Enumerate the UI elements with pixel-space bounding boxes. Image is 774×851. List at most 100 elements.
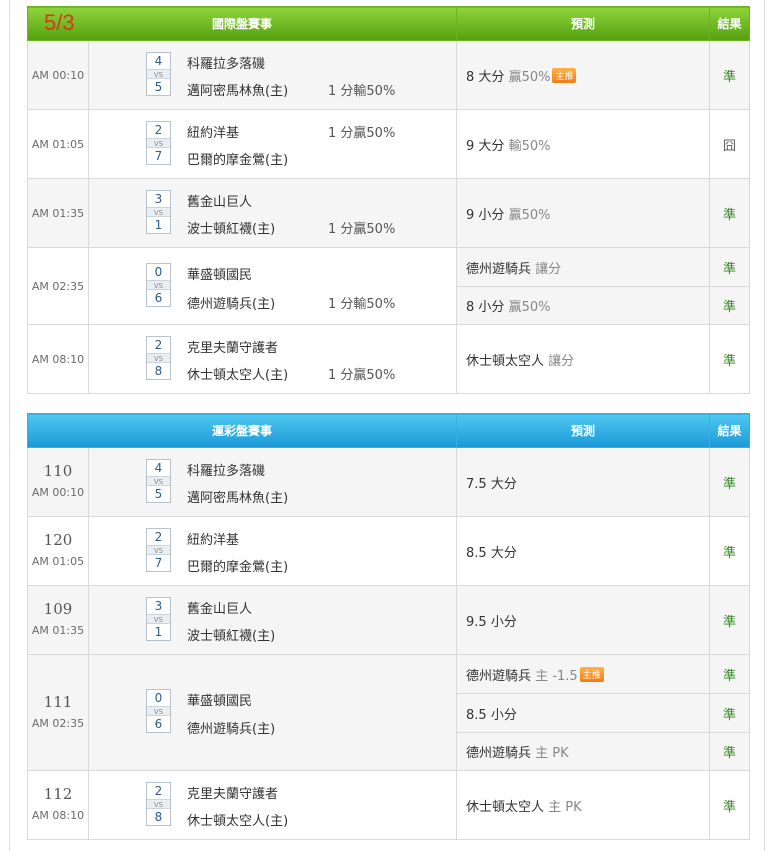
vs-label: VS [147, 138, 170, 148]
prediction: 休士頓太空人 讓分 [456, 324, 711, 394]
game-time: 110 AM 00:10 [27, 447, 89, 517]
table-row: AM 02:35 0 VS 6 華盛頓國民 德州遊騎兵(主) 1 分輸50% 德… [27, 247, 751, 325]
featured-pick-badge: 主推 [579, 666, 604, 682]
home-team: 波士頓紅襪(主) [187, 222, 276, 237]
prediction-main: 休士頓太空人 [466, 799, 545, 815]
game-time-label: AM 01:05 [31, 555, 85, 568]
prediction: 德州遊騎兵 讓分 [456, 247, 711, 287]
away-score: 4 [154, 54, 163, 68]
game-time-label: AM 02:35 [31, 716, 85, 730]
matchup: 2 VS 8 克里夫蘭守護者 休士頓太空人(主) 1 分贏50% [87, 324, 458, 394]
matchup: 3 VS 1 舊金山巨人 波士頓紅襪(主) [87, 585, 458, 655]
prediction-header: 預測 [456, 6, 711, 41]
lottery-odds-header: 運彩盤賽事 [26, 413, 458, 448]
prediction-main: 8 大分 [466, 69, 505, 85]
handicap-line: 1 分輸50% [328, 297, 396, 312]
away-score: 0 [154, 265, 163, 279]
table-row: 111 AM 02:35 0 VS 6 華盛頓國民 德州遊騎兵(主) 德州遊騎兵 … [27, 654, 751, 771]
away-team: 紐約洋基 [187, 533, 240, 548]
away-team: 紐約洋基 [187, 126, 240, 141]
vs-label: VS [147, 476, 170, 486]
home-score: 6 [154, 291, 163, 305]
home-team: 德州遊騎兵(主) [187, 297, 276, 312]
vs-label: VS [147, 207, 170, 217]
table-row: 109 AM 01:35 3 VS 1 舊金山巨人 波士頓紅襪(主) 9.5 小分… [27, 585, 751, 655]
prediction-main: 8.5 大分 [466, 545, 517, 561]
away-team: 舊金山巨人 [187, 195, 253, 210]
away-score: 2 [154, 123, 163, 137]
home-team: 巴爾的摩金鶯(主) [187, 560, 289, 575]
game-time: 111 AM 02:35 [27, 654, 89, 771]
handicap-line: 1 分輸50% [328, 84, 396, 99]
result-loss: 囧 [709, 109, 751, 179]
vs-label: VS [147, 69, 170, 79]
home-score: 8 [154, 810, 163, 824]
score-box: 2 VS 7 [146, 121, 171, 165]
home-team: 邁阿密馬林魚(主) [187, 491, 289, 506]
result-win: 準 [709, 286, 751, 325]
matchup: 0 VS 6 華盛頓國民 德州遊騎兵(主) 1 分輸50% [87, 247, 458, 325]
vs-label: VS [147, 280, 170, 290]
game-time-label: AM 00:10 [31, 486, 85, 499]
prediction-main: 7.5 大分 [466, 476, 517, 492]
result-win: 準 [709, 40, 751, 110]
intl-odds-header: 5/3 國際盤賽事 [26, 6, 458, 41]
prediction-main: 9 小分 [466, 207, 505, 223]
home-team: 波士頓紅襪(主) [187, 629, 276, 644]
game-id: 120 [43, 531, 73, 549]
prediction: 9 大分 輸50% [456, 109, 711, 179]
game-time: AM 02:35 [27, 247, 89, 325]
game-time-label: AM 01:35 [31, 624, 85, 637]
result-win: 準 [709, 585, 751, 655]
result-win: 準 [709, 178, 751, 248]
prediction: 8.5 小分 [456, 693, 711, 733]
score-box: 2 VS 8 [146, 782, 171, 826]
matchup: 4 VS 5 科羅拉多落磯 邁阿密馬林魚(主) [87, 447, 458, 517]
table-row: AM 01:35 3 VS 1 舊金山巨人 波士頓紅襪(主) 1 分贏50% 9… [27, 178, 751, 248]
home-team: 德州遊騎兵(主) [187, 722, 276, 737]
table-row: 120 AM 01:05 2 VS 7 紐約洋基 巴爾的摩金鶯(主) 8.5 大分… [27, 516, 751, 586]
prediction: 休士頓太空人 主 PK [456, 770, 711, 840]
prediction: 7.5 大分 [456, 447, 711, 517]
game-time: AM 00:10 [27, 40, 89, 110]
result-win: 準 [709, 516, 751, 586]
game-time: 120 AM 01:05 [27, 516, 89, 586]
matchup: 4 VS 5 科羅拉多落磯 邁阿密馬林魚(主) 1 分輸50% [87, 40, 458, 110]
score-box: 2 VS 7 [146, 528, 171, 572]
result-win: 準 [709, 654, 751, 694]
table-row: AM 01:05 2 VS 7 紐約洋基 巴爾的摩金鶯(主) 1 分贏50% 9… [27, 109, 751, 179]
table-row: 112 AM 08:10 2 VS 8 克里夫蘭守護者 休士頓太空人(主) 休士頓… [27, 770, 751, 840]
away-score: 3 [154, 192, 163, 206]
away-score: 2 [154, 530, 163, 544]
result-win: 準 [709, 247, 751, 287]
home-score: 5 [154, 487, 163, 501]
result-win: 準 [709, 324, 751, 394]
vs-label: VS [147, 614, 170, 624]
prediction-main: 8.5 小分 [466, 707, 517, 723]
away-team: 克里夫蘭守護者 [187, 341, 279, 356]
handicap-line: 1 分贏50% [328, 368, 396, 383]
home-score: 7 [154, 556, 163, 570]
game-time: AM 01:35 [27, 178, 89, 248]
away-team: 克里夫蘭守護者 [187, 787, 279, 802]
score-box: 0 VS 6 [146, 689, 171, 733]
prediction: 德州遊騎兵 主 -1.5 主推 [456, 654, 711, 694]
prediction: 8 小分 贏50% [456, 286, 711, 325]
handicap-line: 1 分贏50% [328, 126, 396, 141]
home-score: 8 [154, 364, 163, 378]
prediction-detail: 贏50% [508, 207, 551, 223]
prediction-main: 9.5 小分 [466, 614, 517, 630]
home-score: 7 [154, 149, 163, 163]
game-id: 109 [43, 600, 73, 618]
lottery-odds-table: 運彩盤賽事 預測 結果 110 AM 00:10 4 VS 5 科羅拉多落磯 邁阿… [26, 413, 751, 840]
prediction-main: 休士頓太空人 [466, 353, 545, 369]
away-score: 0 [154, 691, 163, 705]
prediction-main: 德州遊騎兵 [466, 746, 532, 761]
home-score: 1 [154, 625, 163, 639]
away-team: 科羅拉多落磯 [187, 464, 266, 479]
result-win: 準 [709, 693, 751, 733]
matchup: 3 VS 1 舊金山巨人 波士頓紅襪(主) 1 分贏50% [87, 178, 458, 248]
handicap-line: 1 分贏50% [328, 222, 396, 237]
game-time: 112 AM 08:10 [27, 770, 89, 840]
away-score: 4 [154, 461, 163, 475]
